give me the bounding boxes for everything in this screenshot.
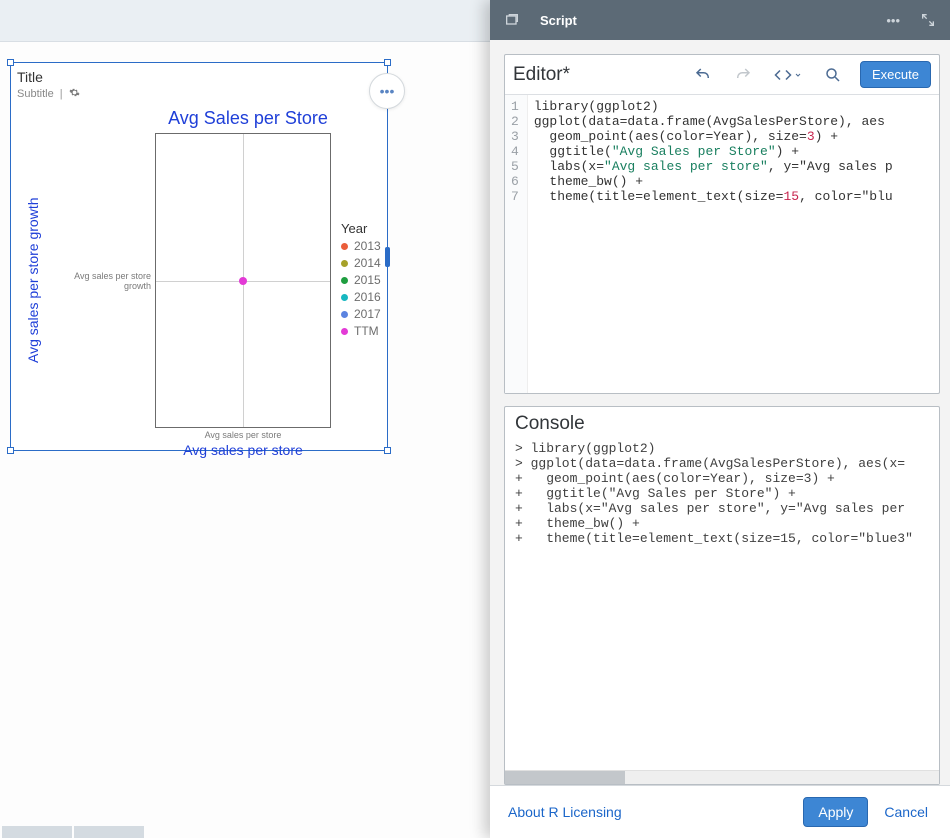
apply-button[interactable]: Apply [803,797,868,827]
plot-title: Avg Sales per Store [25,108,381,129]
divider: | [60,88,63,100]
card-title[interactable]: Title [17,69,80,85]
tab-stub[interactable] [2,826,72,838]
search-icon[interactable] [820,63,846,87]
console-box: Console > library(ggplot2) > ggplot(data… [504,406,940,785]
y-tick-label: Avg sales per store growth [45,271,155,291]
legend-label: 2015 [354,272,381,289]
legend-item: 2013 [341,238,381,255]
scrollbar-thumb[interactable] [505,771,625,784]
legend-label: 2013 [354,238,381,255]
resize-handle-br[interactable] [384,447,391,454]
legend-label: 2017 [354,306,381,323]
x-axis-label: Avg sales per store [155,442,331,458]
bottom-tabs [2,826,144,838]
legend-item: 2015 [341,272,381,289]
editor-toolbar: Editor* Execute [505,55,939,95]
console-label: Console [505,407,939,441]
legend-swatch [341,294,348,301]
legend-title: Year [341,221,381,236]
data-point [239,277,247,285]
console-output[interactable]: > library(ggplot2) > ggplot(data=data.fr… [505,441,939,770]
ellipsis-icon: ••• [380,83,395,99]
y-axis-label: Avg sales per store growth [25,133,45,428]
chart-widget[interactable]: Title Subtitle | ••• Avg Sales per Store… [10,62,388,451]
script-header-title: Script [540,13,577,28]
more-options-button[interactable]: ••• [369,73,405,109]
resize-handle-bl[interactable] [7,447,14,454]
legend-item: 2014 [341,255,381,272]
code-snippet-icon[interactable] [770,63,806,87]
legend-label: 2014 [354,255,381,272]
ellipsis-icon[interactable]: ••• [886,13,900,28]
about-r-licensing-link[interactable]: About R Licensing [508,804,622,820]
script-panel: Script ••• Editor* [490,0,950,838]
legend: Year 20132014201520162017TTM [341,221,381,340]
card-subtitle[interactable]: Subtitle [17,88,54,100]
resize-handle-tr[interactable] [384,59,391,66]
legend-label: 2016 [354,289,381,306]
panel-footer: About R Licensing Apply Cancel [490,785,950,838]
cancel-button[interactable]: Cancel [880,804,932,820]
redo-icon [730,63,756,87]
legend-swatch [341,277,348,284]
console-scrollbar[interactable] [505,770,939,784]
script-panel-header: Script ••• [490,0,950,40]
legend-item: TTM [341,323,381,340]
code-editor[interactable]: 1234567 library(ggplot2)ggplot(data=data… [505,95,939,393]
legend-swatch [341,311,348,318]
resize-handle-tl[interactable] [7,59,14,66]
resize-handle-right[interactable] [385,247,390,267]
legend-swatch [341,243,348,250]
legend-label: TTM [354,323,379,340]
tab-stub[interactable] [74,826,144,838]
x-tick-label: Avg sales per store [155,430,331,440]
editor-box: Editor* Execute 1234567 library(ggp [504,54,940,394]
editor-label: Editor* [513,64,676,86]
canvas-area: Title Subtitle | ••• Avg Sales per Store… [0,42,490,838]
gear-icon[interactable] [69,87,80,101]
restore-window-icon[interactable] [504,12,520,28]
legend-item: 2017 [341,306,381,323]
undo-icon[interactable] [690,63,716,87]
legend-swatch [341,260,348,267]
expand-icon[interactable] [920,12,936,28]
execute-button[interactable]: Execute [860,61,931,88]
legend-item: 2016 [341,289,381,306]
chart-body: Avg Sales per Store Avg sales per store … [25,108,381,444]
plot-panel [155,133,331,428]
legend-swatch [341,328,348,335]
